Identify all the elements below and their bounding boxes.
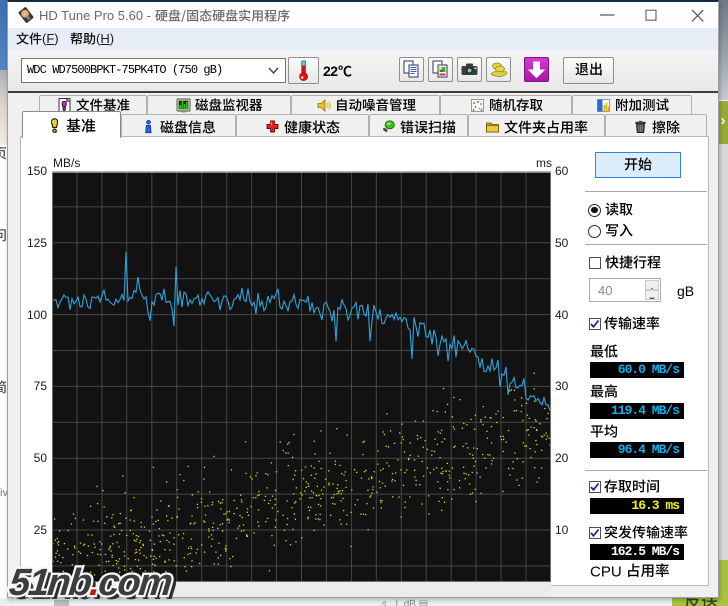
svg-text:51nb.com: 51nb.com (7, 562, 174, 604)
